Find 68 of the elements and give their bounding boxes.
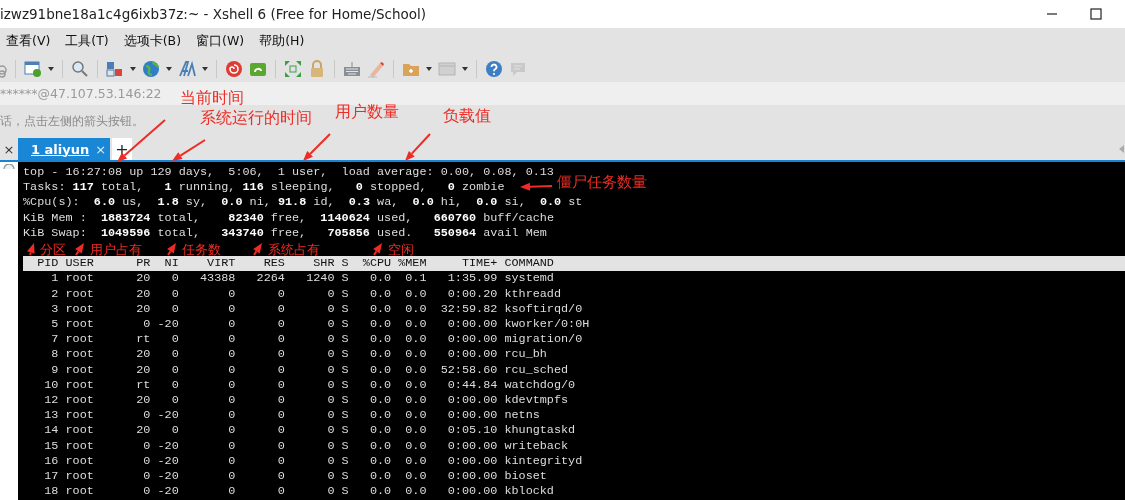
session-tab[interactable]: 1 aliyun × <box>18 138 110 160</box>
arrow <box>172 139 206 161</box>
swirl-icon[interactable] <box>225 59 243 78</box>
arrow <box>520 182 553 191</box>
close-tab-button[interactable]: × <box>0 138 18 160</box>
terminal-line: top - 16:27:08 up 129 days, 5:06, 1 user, load average: 0.00, 0.08, 0.13 <box>23 165 554 181</box>
keyboard-icon[interactable] <box>343 59 361 78</box>
process-row-text: 8 root 20 0 0 0 0 S 0.0 0.0 0:00.00 rcu_bh <box>50 347 547 363</box>
annotation-label: 分区 <box>40 241 66 259</box>
process-row-text: 12 root 20 0 0 0 0 S 0.0 0.0 0:00.00 kdevtmpfs <box>43 393 569 409</box>
caret-icon[interactable] <box>202 66 208 71</box>
terminal-line: KiB Swap: 1049596 total, 343740 free, 705856 used. 550964 avail Mem <box>23 225 547 241</box>
terminal-line: %Cpu(s): 6.0 us, 1.8 sy, 0.0 ni, 91.8 id, 0.3 wa, 0.0 hi, 0.0 si, 0.0 st <box>23 195 583 211</box>
lock-icon[interactable] <box>308 59 326 78</box>
arrow <box>253 243 262 256</box>
process-row-text: 5 root 0 -20 0 0 0 S 0.0 0.0 0:00.00 kworker/0:0H <box>50 317 590 333</box>
process-row-text: 9 root 20 0 0 0 0 S 0.0 0.0 52:58.60 rcu_sched <box>50 362 569 378</box>
terminal-panel[interactable] <box>18 162 1125 500</box>
annotation-label: 僵尸任务数量 <box>557 173 647 192</box>
table-header: PID USER PR NI VIRT RES SHR S %CPU %MEM TIME+ COMMAND <box>23 256 1125 272</box>
process-row-text: 15 root 0 -20 0 0 0 S 0.0 0.0 0:00.00 writeback <box>43 438 569 454</box>
maximize-icon[interactable] <box>1089 7 1103 21</box>
globe-icon[interactable] <box>142 59 160 78</box>
process-row-text: 10 root rt 0 0 0 0 S 0.0 0.0 0:44.84 watchdog/0 <box>43 377 576 394</box>
arrow <box>303 133 331 161</box>
arrow <box>167 243 176 256</box>
caret-icon[interactable] <box>426 66 432 71</box>
fullscreen-icon[interactable] <box>284 59 302 78</box>
process-row-text: 13 root 0 -20 0 0 0 S 0.0 0.0 0:00.00 netns <box>43 408 540 424</box>
process-row-text: 14 root 20 0 0 0 0 S 0.0 0.0 0:05.10 khungtaskd <box>43 423 576 439</box>
caret-icon[interactable] <box>130 66 136 71</box>
new-session-icon[interactable] <box>24 59 42 78</box>
arrow <box>27 243 35 256</box>
terminal-line: Tasks: 117 total, 1 running, 116 sleeping, 0 stopped, 0 zombie <box>23 180 505 196</box>
window-title: izwz91bne18a1c4g6ixb37z:~ - Xshell 6 (Free for Home/School) <box>0 6 428 22</box>
menu-item[interactable]: 帮助(H) <box>259 33 305 50</box>
menu-item[interactable]: 选项卡(B) <box>123 33 182 50</box>
process-row-text: 7 root rt 0 0 0 0 S 0.0 0.0 0:00.00 migration/0 <box>50 332 583 348</box>
process-row-text: 1 root 20 0 43388 2264 1240 S 0.0 0.1 1:35.99 systemd <box>50 271 554 287</box>
arrow <box>405 133 431 161</box>
annotation-label: 空闲 <box>388 241 414 259</box>
layout-icon[interactable] <box>106 59 124 78</box>
annotation-label: 负载值 <box>443 106 491 127</box>
annotation-label: 用户占有 <box>90 241 142 259</box>
process-row-text: 3 root 20 0 0 0 0 S 0.0 0.0 32:59.82 ksoftirqd/0 <box>50 301 583 317</box>
arrow <box>373 243 382 256</box>
caret-icon[interactable] <box>166 66 172 71</box>
caret-icon[interactable] <box>48 66 54 71</box>
process-row-text: 2 root 20 0 0 0 0 S 0.0 0.0 0:00.20 kthreadd <box>50 286 562 302</box>
pen-icon[interactable] <box>367 59 385 78</box>
process-row-text: 16 root 0 -20 0 0 0 S 0.0 0.0 0:00.00 kintegrityd <box>43 453 583 470</box>
caret-icon[interactable] <box>462 66 468 71</box>
annotation-label: 系统运行的时间 <box>200 108 312 129</box>
annotation-label: 任务数 <box>182 241 221 259</box>
annotation-label: 当前时间 <box>180 88 244 109</box>
scroll-left-icon[interactable] <box>1119 145 1124 153</box>
annotation-label: 系统占有 <box>268 241 320 259</box>
font-icon[interactable] <box>178 59 196 78</box>
menu-item[interactable]: 工具(T) <box>65 33 109 50</box>
process-row-text: 18 root 0 -20 0 0 0 S 0.0 0.0 0:00.00 kblockd <box>43 484 554 500</box>
hint-text: 话，点击左侧的箭头按钮。 <box>0 114 144 129</box>
process-row-text: 17 root 0 -20 0 0 0 S 0.0 0.0 0:00.00 bioset <box>43 469 547 485</box>
arrow <box>75 243 84 256</box>
terminal-line: KiB Mem : 1883724 total, 82340 free, 1140624 used, 660760 buff/cache <box>23 210 554 226</box>
menu-item[interactable]: 窗口(W) <box>196 33 245 50</box>
menu-item[interactable]: 查看(V) <box>6 33 51 50</box>
help-icon[interactable] <box>485 59 503 78</box>
annotation-label: 用户数量 <box>335 102 399 123</box>
